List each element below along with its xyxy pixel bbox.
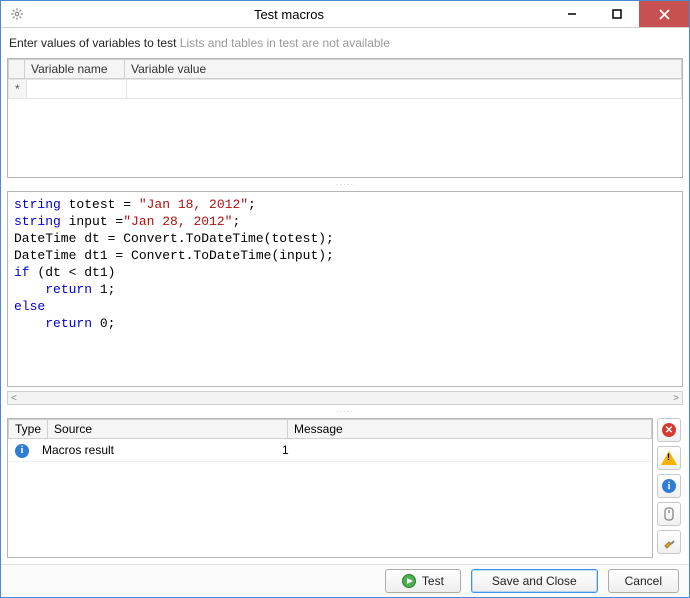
col-row-header[interactable] (9, 60, 25, 79)
test-button-label: Test (422, 574, 444, 588)
variables-grid[interactable]: Variable name Variable value * (7, 58, 683, 178)
splitter-bottom[interactable]: ····· (7, 409, 683, 414)
close-icon (659, 9, 670, 20)
minimize-icon (567, 9, 577, 19)
prompt-hint: Lists and tables in test are not availab… (180, 36, 390, 50)
tok: (dt < dt1) (30, 265, 116, 280)
cancel-button-label: Cancel (625, 574, 662, 588)
col-variable-name[interactable]: Variable name (25, 60, 125, 79)
msg-text: 1 (276, 439, 652, 461)
toggle-warnings-button[interactable] (657, 446, 681, 470)
window: Test macros Enter values of variables to… (0, 0, 690, 598)
col-variable-value[interactable]: Variable value (125, 60, 682, 79)
prompt-text: Enter values of variables to test Lists … (7, 34, 683, 54)
tok: DateTime dt = Convert.ToDateTime(totest)… (14, 231, 334, 246)
message-toolbar: ✕ i (657, 418, 683, 558)
tok: input = (61, 214, 123, 229)
tok: if (14, 265, 30, 280)
msg-source: Macros result (36, 439, 276, 461)
titlebar[interactable]: Test macros (1, 1, 689, 28)
tok: string (14, 197, 61, 212)
close-button[interactable] (639, 1, 689, 27)
scroll-left-icon[interactable]: < (11, 393, 17, 404)
toggle-info-button[interactable]: i (657, 474, 681, 498)
code-h-scrollbar[interactable]: < > (7, 391, 683, 405)
messages-grid[interactable]: Type Source Message i Macros result 1 (7, 418, 653, 558)
tok: return (45, 316, 92, 331)
window-controls (549, 1, 689, 27)
footer: Test Save and Close Cancel (1, 564, 689, 597)
prompt-lead: Enter values of variables to test (9, 36, 176, 50)
content-area: Enter values of variables to test Lists … (1, 28, 689, 564)
tok: return (45, 282, 92, 297)
highlight-button[interactable] (657, 530, 681, 554)
tok: ; (248, 197, 256, 212)
tok (14, 282, 45, 297)
cell-var-value[interactable] (126, 80, 681, 99)
scroll-icon (663, 507, 675, 521)
message-row[interactable]: i Macros result 1 (8, 439, 652, 461)
new-row-marker: * (9, 80, 27, 99)
new-row[interactable]: * (9, 80, 682, 99)
col-message[interactable]: Message (288, 420, 652, 439)
warning-icon (661, 451, 677, 465)
splitter-top[interactable]: ····· (7, 182, 683, 187)
clear-messages-button[interactable]: ✕ (657, 418, 681, 442)
test-button[interactable]: Test (385, 569, 461, 593)
autoscroll-button[interactable] (657, 502, 681, 526)
tok: 0; (92, 316, 115, 331)
tok: "Jan 18, 2012" (139, 197, 248, 212)
window-title: Test macros (29, 7, 549, 22)
brush-icon (662, 535, 676, 549)
save-button-label: Save and Close (492, 574, 577, 588)
tok: 1; (92, 282, 115, 297)
info-icon: i (15, 444, 29, 458)
tok: DateTime dt1 = Convert.ToDateTime(input)… (14, 248, 334, 263)
tok (14, 316, 45, 331)
info-icon: i (662, 479, 676, 493)
col-type[interactable]: Type (9, 420, 48, 439)
msg-type-icon-cell: i (8, 439, 36, 461)
cancel-button[interactable]: Cancel (608, 569, 679, 593)
cell-var-name[interactable] (26, 80, 126, 99)
app-icon (5, 7, 29, 21)
maximize-button[interactable] (594, 1, 639, 27)
tok: ; (232, 214, 240, 229)
code-editor[interactable]: string totest = "Jan 18, 2012"; string i… (7, 191, 683, 387)
save-and-close-button[interactable]: Save and Close (471, 569, 598, 593)
maximize-icon (612, 9, 622, 19)
tok: totest = (61, 197, 139, 212)
scroll-right-icon[interactable]: > (673, 393, 679, 404)
gear-icon (10, 7, 24, 21)
col-source[interactable]: Source (48, 420, 288, 439)
tok: else (14, 299, 45, 314)
tok: string (14, 214, 61, 229)
minimize-button[interactable] (549, 1, 594, 27)
play-icon (402, 574, 416, 588)
tok: "Jan 28, 2012" (123, 214, 232, 229)
bottom-panel: Type Source Message i Macros result 1 (7, 418, 683, 558)
error-icon: ✕ (662, 423, 676, 437)
